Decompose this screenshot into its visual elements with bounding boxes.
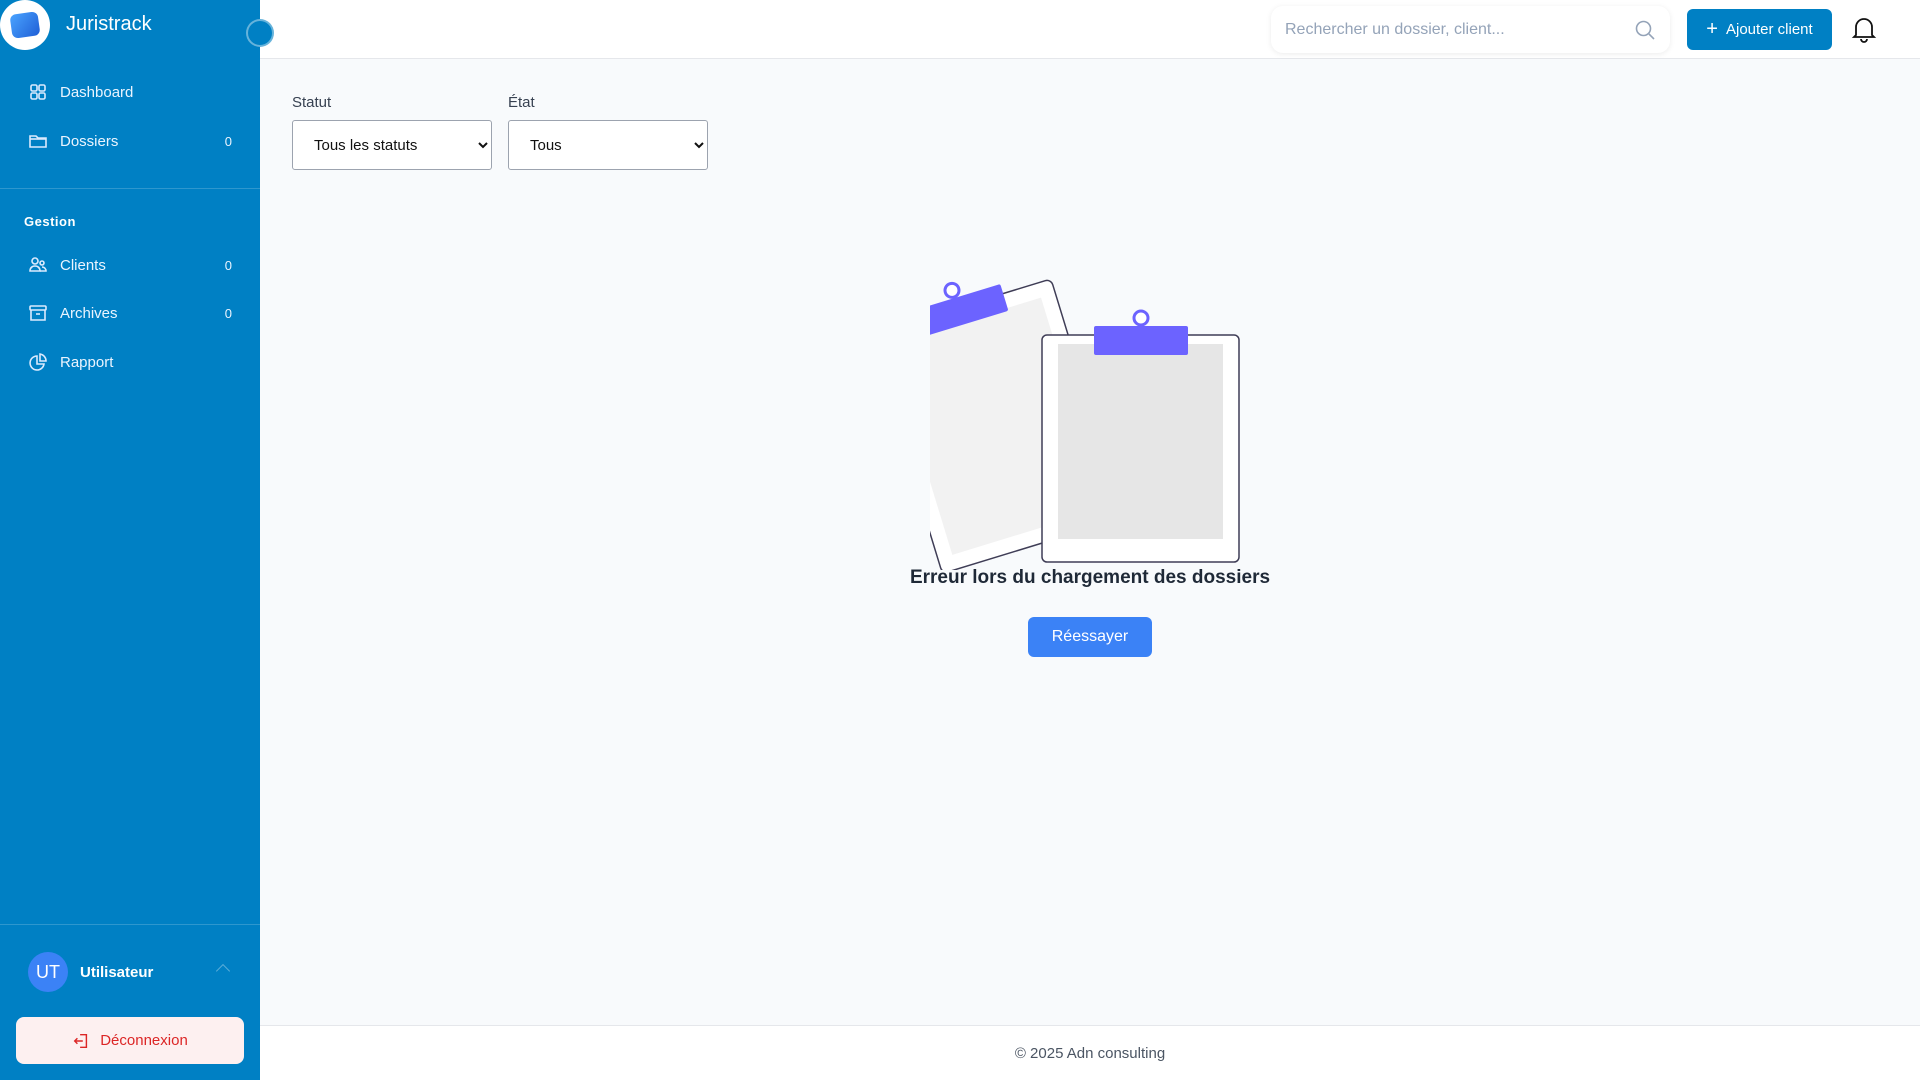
sidebar-item-label: Clients [60,256,106,274]
add-client-button[interactable]: + Ajouter client [1687,9,1832,50]
collapse-sidebar-button[interactable] [246,19,274,47]
sidebar-item-label: Dashboard [60,83,134,101]
bell-icon[interactable] [1851,15,1877,43]
sidebar-item-label: Dossiers [60,132,119,150]
sidebar-item-clients[interactable]: Clients 0 [0,245,260,285]
dossiers-count: 0 [224,133,232,149]
sidebar-item-label: Rapport [60,353,114,371]
sidebar-divider [0,188,260,189]
search-bar [1271,6,1670,53]
logout-icon [73,1033,88,1048]
logout-label: Déconnexion [100,1032,188,1049]
archive-icon [29,305,47,321]
search-icon[interactable] [1634,19,1656,41]
sidebar: Juristrack Dashboard Dossiers 0 Gestion … [0,0,260,1080]
copyright-text: © 2025 Adn consulting [1014,1044,1166,1062]
logout-button[interactable]: Déconnexion [16,1017,244,1064]
top-header: + Ajouter client [260,0,1920,59]
avatar[interactable]: UT [28,952,68,992]
pie-chart-icon [29,353,47,371]
sidebar-item-dossiers[interactable]: Dossiers 0 [0,121,260,161]
sidebar-item-label: Archives [60,304,118,322]
status-filter-select[interactable]: Tous les statuts [292,120,492,170]
clients-count: 0 [224,257,232,273]
archives-count: 0 [224,305,232,321]
user-name[interactable]: Utilisateur [80,964,153,981]
users-icon [29,257,47,272]
state-filter-select[interactable]: Tous [508,120,708,170]
grid-icon [30,84,46,100]
plus-icon: + [1706,18,1718,40]
retry-button[interactable]: Réessayer [1028,617,1152,657]
app-logo[interactable] [0,0,50,50]
footer: © 2025 Adn consulting [260,1025,1920,1080]
chevron-up-icon[interactable] [215,963,231,979]
status-filter-label: Statut [292,94,332,111]
folder-icon [29,135,47,148]
add-client-label: Ajouter client [1725,21,1813,38]
error-message: Erreur lors du chargement des dossiers [909,567,1271,588]
sidebar-item-rapport[interactable]: Rapport [0,342,260,382]
search-input[interactable] [1285,20,1634,39]
empty-clipboards-illustration [930,279,1240,570]
sidebar-item-dashboard[interactable]: Dashboard [0,72,260,112]
state-filter-label: État [508,94,535,111]
brand-name: Juristrack [66,13,152,35]
section-label-gestion: Gestion [24,214,76,229]
sidebar-divider [0,924,260,925]
sidebar-item-archives[interactable]: Archives 0 [0,293,260,333]
